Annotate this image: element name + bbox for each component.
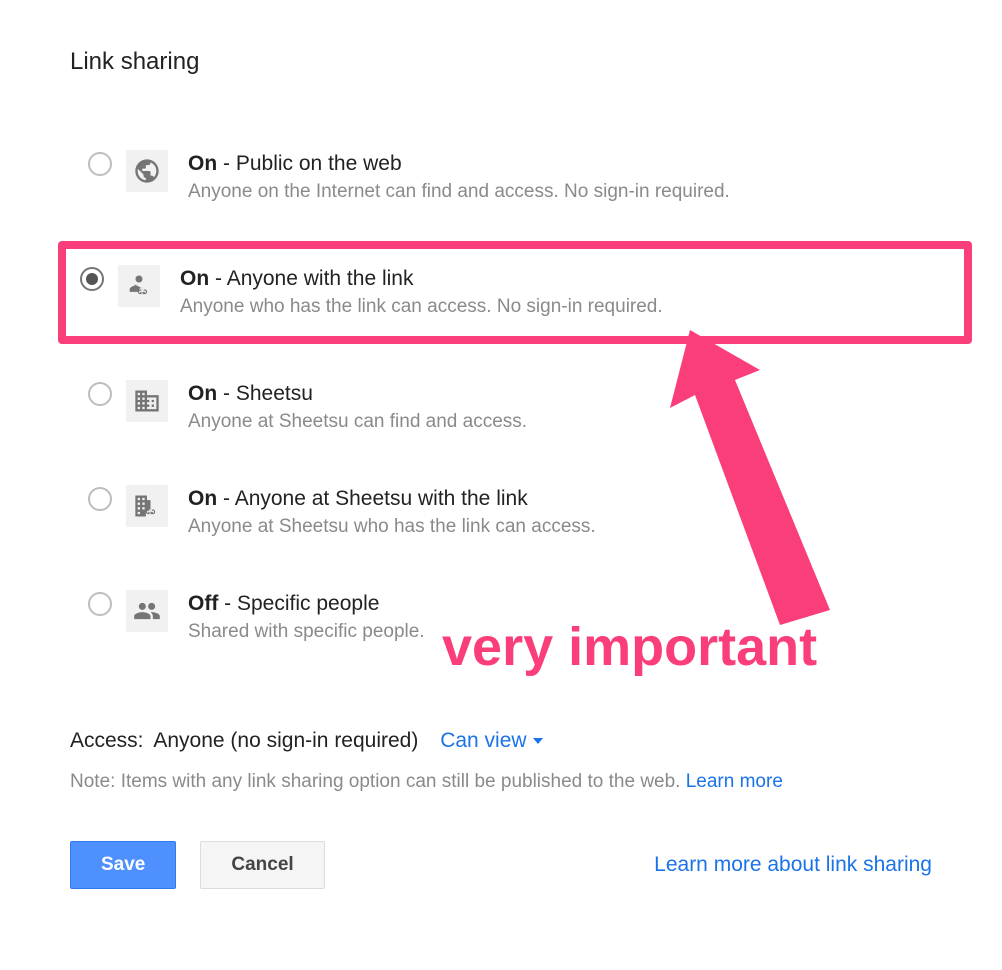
building-icon	[126, 380, 168, 422]
option-public-on-web[interactable]: On - Public on the web Anyone on the Int…	[70, 136, 932, 219]
access-permission-dropdown[interactable]: Can view	[440, 729, 542, 753]
people-icon	[126, 590, 168, 632]
option-desc: Anyone at Sheetsu can find and access.	[188, 409, 924, 435]
person-link-icon	[118, 265, 160, 307]
option-desc: Anyone who has the link can access. No s…	[180, 294, 904, 320]
access-row: Access: Anyone (no sign-in required) Can…	[70, 729, 932, 753]
option-anyone-with-link[interactable]: On - Anyone with the link Anyone who has…	[58, 241, 972, 344]
option-specific-people[interactable]: Off - Specific people Shared with specif…	[70, 576, 932, 659]
option-label: On - Anyone at Sheetsu with the link	[188, 485, 924, 512]
option-label: On - Sheetsu	[188, 380, 924, 407]
radio-public-on-web[interactable]	[88, 152, 112, 176]
option-desc: Anyone at Sheetsu who has the link can a…	[188, 514, 924, 540]
radio-org[interactable]	[88, 382, 112, 406]
sharing-options: On - Public on the web Anyone on the Int…	[70, 136, 932, 659]
note-row: Note: Items with any link sharing option…	[70, 771, 932, 793]
option-desc: Anyone on the Internet can find and acce…	[188, 179, 924, 205]
access-value: Anyone (no sign-in required)	[153, 729, 418, 752]
save-button[interactable]: Save	[70, 841, 176, 889]
page-title: Link sharing	[70, 48, 932, 76]
cancel-button[interactable]: Cancel	[200, 841, 324, 889]
radio-specific-people[interactable]	[88, 592, 112, 616]
learn-more-link[interactable]: Learn more	[686, 771, 783, 792]
option-label: On - Public on the web	[188, 150, 924, 177]
radio-anyone-with-link[interactable]	[80, 267, 104, 291]
option-org-with-link[interactable]: On - Anyone at Sheetsu with the link Any…	[70, 471, 932, 554]
radio-org-with-link[interactable]	[88, 487, 112, 511]
option-label: On - Anyone with the link	[180, 265, 904, 292]
building-link-icon	[126, 485, 168, 527]
option-org[interactable]: On - Sheetsu Anyone at Sheetsu can find …	[70, 366, 932, 449]
option-label: Off - Specific people	[188, 590, 924, 617]
option-desc: Shared with specific people.	[188, 619, 924, 645]
globe-icon	[126, 150, 168, 192]
learn-more-link-sharing[interactable]: Learn more about link sharing	[654, 853, 932, 877]
caret-down-icon	[533, 738, 543, 744]
access-label: Access:	[70, 729, 144, 752]
